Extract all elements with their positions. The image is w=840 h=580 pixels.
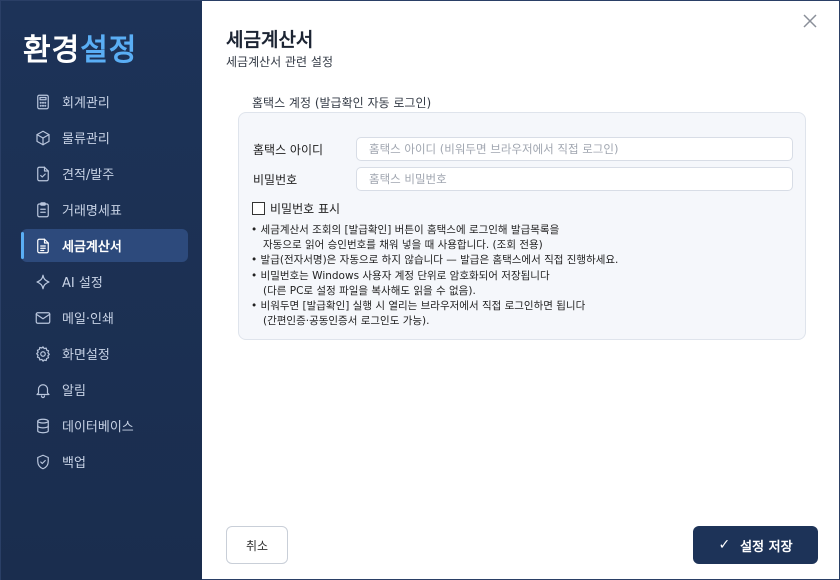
document-check-icon — [34, 165, 52, 183]
app-title-accent: 설정 — [80, 33, 138, 68]
sidebar-item-statement[interactable]: 거래명세표 — [21, 193, 188, 226]
app-title: 환경설정 — [23, 25, 137, 69]
box-icon — [34, 129, 52, 147]
hometax-password-input[interactable] — [356, 167, 793, 191]
sidebar-item-label: 화면설정 — [62, 348, 110, 363]
note-item: • 비밀번호는 Windows 사용자 계정 단위로 암호화되어 저장됩니다 (… — [251, 269, 799, 299]
sidebar-item-database[interactable]: 데이터베이스 — [21, 409, 188, 442]
sidebar-item-mail-print[interactable]: 메일·인쇄 — [21, 301, 188, 334]
sidebar-item-label: 데이터베이스 — [62, 420, 134, 435]
section-label: 홈택스 계정 (발급확인 자동 로그인) — [252, 96, 432, 110]
sidebar-item-label: 회계관리 — [62, 96, 110, 111]
note-line: (간편인증·공동인증서 로그인도 가능). — [263, 315, 430, 328]
sidebar-item-label: AI 설정 — [62, 276, 103, 291]
close-icon — [803, 14, 817, 28]
password-field-row: 비밀번호 — [253, 167, 793, 191]
sidebar-item-backup[interactable]: 백업 — [21, 445, 188, 478]
calculator-icon — [34, 93, 52, 111]
close-button[interactable] — [803, 13, 821, 31]
sidebar-nav: 회계관리 물류관리 견적/발주 거래명세표 세금계산서 AI 설정 메일·인쇄 … — [21, 85, 188, 481]
page-subtitle: 세금계산서 관련 설정 — [226, 55, 333, 69]
sidebar-item-tax-invoice[interactable]: 세금계산서 — [21, 229, 188, 262]
shield-check-icon — [34, 453, 52, 471]
sidebar-item-label: 백업 — [62, 456, 86, 471]
cancel-button[interactable]: 취소 — [226, 526, 288, 564]
note-line: • 세금계산서 조회의 [발급확인] 버튼이 홈택스에 로그인해 발급목록을 — [251, 224, 560, 236]
sidebar-item-label: 세금계산서 — [62, 240, 122, 255]
sidebar-item-label: 메일·인쇄 — [62, 312, 114, 327]
id-label: 홈택스 아이디 — [253, 142, 324, 157]
show-password-checkbox[interactable] — [252, 202, 265, 215]
sidebar-item-logistics[interactable]: 물류관리 — [21, 121, 188, 154]
checkmark-icon: ✓ — [718, 537, 731, 553]
mail-icon — [34, 309, 52, 327]
note-line: (다른 PC로 설정 파일을 복사해도 읽을 수 없음). — [263, 284, 476, 297]
sidebar-item-label: 물류관리 — [62, 132, 110, 147]
show-password-label: 비밀번호 표시 — [270, 202, 341, 216]
note-item: • 발급(전자서명)은 자동으로 하지 않습니다 — 발급은 홈택스에서 직접 … — [251, 253, 799, 268]
main-panel: 세금계산서 세금계산서 관련 설정 홈택스 계정 (발급확인 자동 로그인) 홈… — [202, 1, 839, 579]
save-settings-button[interactable]: ✓ 설정 저장 — [693, 526, 818, 564]
note-item: • 비워두면 [발급확인] 실행 시 열리는 브라우저에서 직접 로그인하면 됩… — [251, 299, 799, 329]
show-password-toggle[interactable]: 비밀번호 표시 — [252, 200, 340, 217]
sidebar-item-quote-order[interactable]: 견적/발주 — [21, 157, 188, 190]
settings-window: 환경설정 회계관리 물류관리 견적/발주 거래명세표 세금계산서 AI 설정 메… — [0, 0, 840, 580]
note-line: • 비워두면 [발급확인] 실행 시 열리는 브라우저에서 직접 로그인하면 됩… — [251, 300, 586, 313]
note-item: • 세금계산서 조회의 [발급확인] 버튼이 홈택스에 로그인해 발급목록을 자… — [251, 223, 799, 253]
sidebar-item-ai-settings[interactable]: AI 설정 — [21, 265, 188, 298]
help-notes: • 세금계산서 조회의 [발급확인] 버튼이 홈택스에 로그인해 발급목록을 자… — [251, 223, 799, 329]
database-icon — [34, 417, 52, 435]
note-line: • 비밀번호는 Windows 사용자 계정 단위로 암호화되어 저장됩니다 — [251, 269, 550, 282]
gear-icon — [34, 345, 52, 363]
sidebar-item-notifications[interactable]: 알림 — [21, 373, 188, 406]
id-field-row: 홈택스 아이디 — [253, 137, 793, 161]
hometax-id-input[interactable] — [356, 137, 793, 161]
bell-icon — [34, 381, 52, 399]
invoice-icon — [34, 237, 52, 255]
save-button-label: 설정 저장 — [740, 539, 793, 555]
page-title: 세금계산서 — [226, 29, 314, 51]
hometax-account-card: 홈택스 아이디 비밀번호 비밀번호 표시 • 세금계산서 조회의 [발급확인] … — [238, 112, 806, 340]
sidebar-item-label: 견적/발주 — [62, 168, 115, 183]
sidebar-item-label: 거래명세표 — [62, 204, 122, 219]
clipboard-icon — [34, 201, 52, 219]
sidebar-item-display[interactable]: 화면설정 — [21, 337, 188, 370]
note-line: 자동으로 읽어 승인번호를 채워 넣을 때 사용합니다. (조회 전용) — [263, 239, 543, 252]
note-line: • 발급(전자서명)은 자동으로 하지 않습니다 — 발급은 홈택스에서 직접 … — [251, 254, 619, 267]
password-label: 비밀번호 — [253, 172, 298, 187]
app-title-main: 환경 — [23, 33, 81, 68]
sidebar-item-label: 알림 — [62, 384, 86, 399]
sidebar: 환경설정 회계관리 물류관리 견적/발주 거래명세표 세금계산서 AI 설정 메… — [1, 1, 202, 580]
sparkle-icon — [34, 273, 52, 291]
sidebar-item-accounting[interactable]: 회계관리 — [21, 85, 188, 118]
